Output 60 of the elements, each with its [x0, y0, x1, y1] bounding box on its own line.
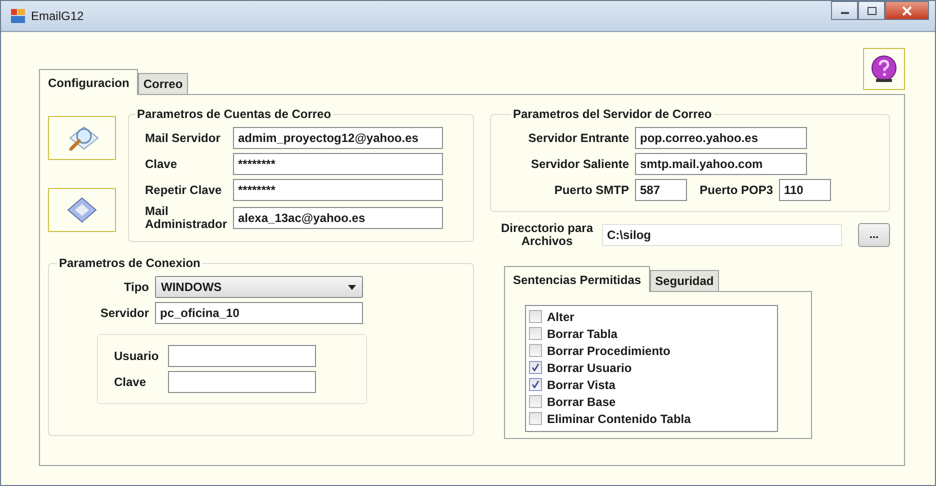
help-button[interactable] [863, 48, 905, 90]
input-field[interactable]: C:\silog [602, 224, 842, 246]
input-field[interactable]: 110 [779, 179, 831, 201]
input-field[interactable]: ******** [233, 179, 443, 201]
close-icon [901, 6, 913, 16]
field-label: Puerto SMTP [553, 183, 629, 197]
app-icon [11, 9, 25, 23]
field-label: Clave [144, 158, 178, 170]
input-field[interactable]: smtp.mail.yahoo.com [635, 153, 807, 175]
group-title: Parametros de Cuentas de Correo [136, 107, 332, 121]
field-label: Tipo [122, 280, 149, 294]
checkbox[interactable] [529, 412, 542, 425]
input-field[interactable] [168, 371, 316, 393]
group-title: Parametros de Conexion [58, 256, 202, 270]
checkbox[interactable] [529, 395, 542, 408]
checkbox-label: Borrar Tabla [547, 326, 618, 340]
caret-icon [348, 284, 356, 290]
checkbox-label: Borrar Usuario [547, 360, 632, 374]
tab[interactable]: Sentencias Permitidas [504, 266, 650, 292]
field-label: Usuario [114, 349, 160, 363]
maximize-icon [866, 6, 876, 14]
checkbox-label: Borrar Base [547, 394, 616, 408]
window-title: EmailG12 [31, 9, 84, 23]
field-label: Clave [114, 375, 148, 389]
checkbox[interactable] [529, 361, 542, 374]
input-field[interactable]: pc_oficina_10 [155, 302, 363, 324]
help-icon [869, 54, 899, 84]
field-label: Repetir Clave [144, 184, 223, 196]
search-button[interactable] [48, 116, 116, 160]
field-label: Servidor Entrante [527, 131, 629, 145]
checkbox[interactable] [529, 310, 542, 323]
field-label: Direcctorio para Archivos [500, 222, 594, 248]
browse-button[interactable]: ... [858, 223, 890, 247]
checkbox-label: Borrar Procedimiento [547, 344, 670, 358]
close-button[interactable] [885, 1, 929, 20]
checkbox-label: Alter [547, 310, 574, 324]
checkbox-label: Borrar Vista [547, 378, 616, 392]
checkbox[interactable] [529, 378, 542, 391]
type-dropdown[interactable]: WINDOWS [155, 276, 363, 298]
field-label: Puerto POP3 [698, 183, 773, 197]
tab[interactable]: Seguridad [650, 270, 719, 291]
checkbox[interactable] [529, 327, 542, 340]
input-field[interactable]: admim_proyectog12@yahoo.es [233, 127, 443, 149]
maximize-button[interactable] [858, 1, 885, 20]
input-field[interactable]: ******** [233, 153, 443, 175]
field-label: Servidor Saliente [530, 157, 629, 171]
input-field[interactable]: pop.correo.yahoo.es [635, 127, 807, 149]
input-field[interactable]: 587 [635, 179, 687, 201]
save-button[interactable] [48, 188, 116, 232]
checkbox[interactable] [529, 344, 542, 357]
group-title: Parametros del Servidor de Correo [512, 107, 713, 121]
input-field[interactable]: alexa_13ac@yahoo.es [233, 207, 443, 229]
field-label: Mail Administrador [144, 205, 227, 231]
minimize-button[interactable] [831, 1, 858, 20]
checkbox-label: Eliminar Contenido Tabla [547, 412, 691, 426]
field-label: Mail Servidor [144, 132, 222, 144]
input-field[interactable] [168, 345, 316, 367]
field-label: Servidor [99, 306, 149, 320]
tab[interactable]: Correo [138, 73, 188, 94]
tab[interactable]: Configuracion [39, 69, 138, 95]
